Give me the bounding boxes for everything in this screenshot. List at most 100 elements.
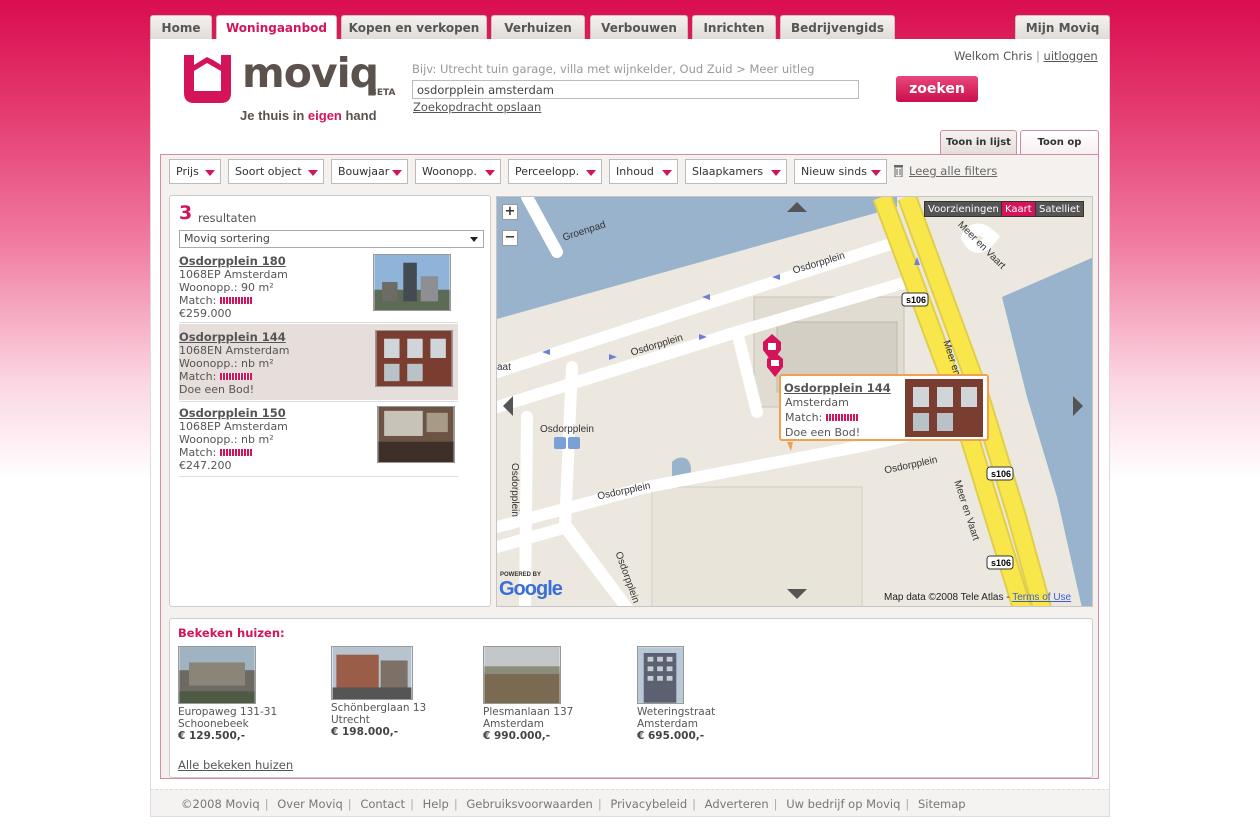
pan-left-icon[interactable] [503, 396, 513, 416]
tab-verbouwen[interactable]: Verbouwen [590, 15, 688, 39]
popup-photo[interactable] [905, 379, 983, 437]
footer-separator: | [597, 797, 602, 811]
results-count: 3 [179, 202, 193, 224]
result-city: 1068EP Amsterdam [179, 268, 288, 281]
footer-link-privacybeleid[interactable]: Privacybeleid [610, 797, 687, 811]
search-button[interactable]: zoeken [896, 76, 978, 102]
dropdown-arrow-icon [392, 170, 402, 176]
tab-show-map[interactable]: Toon op kaart [1020, 130, 1099, 172]
result-photo[interactable] [377, 406, 455, 463]
result-photo[interactable] [373, 254, 451, 311]
viewed-house-city: Utrecht [331, 714, 370, 726]
dropdown-arrow-icon [308, 170, 318, 176]
bus-stop-label: Osdorpplein [540, 424, 594, 435]
result-price: €259.000 [179, 307, 232, 320]
viewed-house-street: Plesmanlaan 137 [483, 706, 574, 718]
tab-kopen-en-verkopen[interactable]: Kopen en verkopen [341, 15, 487, 39]
pan-down-icon[interactable] [787, 589, 807, 599]
route-shield: s106 [991, 558, 1011, 568]
result-area: Woonopp.: 90 m² [179, 281, 274, 294]
dropdown-arrow-icon [470, 237, 478, 242]
viewed-house[interactable]: Schönberglaan 13 Utrecht € 198.000,- [331, 646, 471, 746]
tab-mijn-moviq[interactable]: Mijn Moviq [1015, 15, 1110, 39]
popup-match: Match: [785, 411, 875, 424]
footer-link-sitemap[interactable]: Sitemap [918, 797, 966, 811]
filter-soort-object[interactable]: Soort object [228, 159, 324, 184]
tab-show-list[interactable]: Toon in lijst [940, 130, 1017, 155]
tagline-pre: Je thuis in [240, 108, 308, 123]
moviq-logo[interactable]: moviq BETA Je thuis in eigen hand [180, 49, 400, 126]
logout-link[interactable]: uitloggen [1044, 49, 1098, 63]
viewed-house-city: Amsterdam [637, 718, 698, 730]
map-type-voorzieningen[interactable]: Voorzieningen [924, 201, 1003, 217]
filter-woonopp[interactable]: Woonopp. [415, 159, 501, 184]
map-type-satelliet[interactable]: Satelliet [1035, 201, 1084, 217]
dropdown-arrow-icon [871, 170, 881, 176]
footer-copyright: ©2008 Moviq [181, 797, 260, 811]
search-input[interactable] [412, 80, 859, 99]
footer-link-adverteren[interactable]: Adverteren [705, 797, 769, 811]
google-logo[interactable]: Google [499, 578, 563, 601]
viewed-house-photo[interactable] [331, 646, 413, 700]
street-label-aat: aat [497, 362, 511, 373]
filter-label: Perceelopp. [515, 165, 580, 178]
footer-link-contact[interactable]: Contact [360, 797, 405, 811]
result-item[interactable]: Osdorpplein 150 1068EP Amsterdam Woonopp… [179, 406, 458, 482]
result-title[interactable]: Osdorpplein 180 [179, 254, 286, 268]
popup-bid: Doe een Bod! [785, 426, 861, 439]
zoom-out-button[interactable]: − [502, 230, 518, 246]
pan-right-icon[interactable] [1073, 396, 1083, 416]
result-divider [179, 322, 458, 323]
viewed-house[interactable]: Weteringstraat Amsterdam € 695.000,- [637, 646, 777, 746]
tab-inrichten[interactable]: Inrichten [692, 15, 776, 39]
filter-label: Nieuw sinds [801, 165, 867, 178]
footer-link-over-moviq[interactable]: Over Moviq [277, 797, 343, 811]
filter-inhoud[interactable]: Inhoud [609, 159, 678, 184]
viewed-house[interactable]: Europaweg 131-31 Schoonebeek € 129.500,- [178, 646, 318, 746]
trash-icon[interactable] [893, 164, 904, 177]
pan-up-icon[interactable] [787, 202, 807, 212]
viewed-house-price: € 695.000,- [637, 730, 705, 742]
tab-woningaanbod[interactable]: Woningaanbod [216, 15, 337, 40]
result-title[interactable]: Osdorpplein 144 [179, 330, 286, 344]
viewed-house-photo[interactable] [483, 646, 561, 704]
footer-separator: | [264, 797, 269, 811]
result-price: €247.200 [179, 459, 232, 472]
result-item[interactable]: Osdorpplein 180 1068EP Amsterdam Woonopp… [179, 254, 458, 330]
filter-nieuw-sinds[interactable]: Nieuw sinds [794, 159, 887, 184]
viewed-house-photo[interactable] [178, 646, 256, 704]
tab-home[interactable]: Home [150, 15, 212, 39]
tab-bedrijvengids[interactable]: Bedrijvengids [780, 15, 895, 39]
viewed-house-photo[interactable] [637, 646, 684, 704]
match-label: Match: [179, 446, 217, 459]
footer-link-gebruiksvoorwaarden[interactable]: Gebruiksvoorwaarden [466, 797, 592, 811]
zoom-in-button[interactable]: + [502, 204, 518, 220]
welcome-separator: | [1036, 49, 1040, 63]
tagline-highlight: eigen [307, 108, 342, 123]
google-logo-text: Google [499, 578, 563, 600]
filter-prijs[interactable]: Prijs [169, 159, 221, 184]
result-photo[interactable] [375, 330, 453, 387]
popup-title[interactable]: Osdorpplein 144 [784, 381, 891, 395]
result-title[interactable]: Osdorpplein 150 [179, 406, 286, 420]
result-item[interactable]: Osdorpplein 144 1068EN Amsterdam Woonopp… [179, 324, 458, 400]
footer-link-help[interactable]: Help [423, 797, 449, 811]
user-welcome: Welkom Chris | uitloggen [954, 49, 1098, 63]
match-label: Match: [785, 411, 823, 424]
filter-slaapkamers[interactable]: Slaapkamers [685, 159, 787, 184]
terms-of-use-link[interactable]: Terms of Use [1012, 592, 1071, 603]
viewed-house-city: Amsterdam [483, 718, 544, 730]
map-type-kaart[interactable]: Kaart [1001, 201, 1036, 217]
dropdown-arrow-icon [586, 170, 596, 176]
all-viewed-houses-link[interactable]: Alle bekeken huizen [178, 758, 293, 772]
tagline-post: hand [341, 108, 377, 123]
footer-separator: | [347, 797, 352, 811]
filter-bouwjaar[interactable]: Bouwjaar [331, 159, 408, 184]
clear-filters-link[interactable]: Leeg alle filters [909, 164, 997, 178]
footer-link-uw-bedrijf[interactable]: Uw bedrijf op Moviq [786, 797, 900, 811]
save-search-link[interactable]: Zoekopdracht opslaan [413, 100, 541, 114]
sort-select[interactable]: Moviq sortering [179, 230, 484, 248]
viewed-house[interactable]: Plesmanlaan 137 Amsterdam € 990.000,- [483, 646, 623, 746]
filter-perceelopp[interactable]: Perceelopp. [508, 159, 602, 184]
tab-verhuizen[interactable]: Verhuizen [491, 15, 585, 39]
